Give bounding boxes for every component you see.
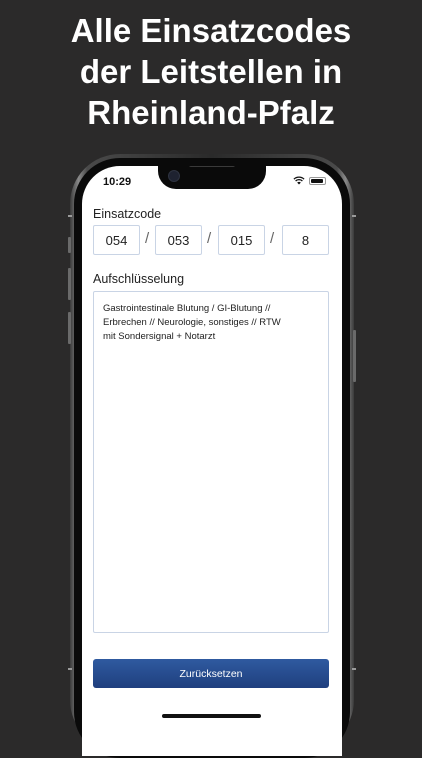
mute-switch (68, 237, 71, 253)
antenna-line (68, 215, 72, 217)
wifi-icon (293, 176, 305, 185)
volume-up-button (68, 268, 71, 300)
reset-button[interactable]: Zurücksetzen (93, 659, 329, 688)
promo-headline-line2: der Leitstellen in (79, 53, 343, 90)
home-indicator[interactable] (162, 714, 261, 718)
breakdown-label: Aufschlüsselung (93, 272, 185, 286)
promo-headline-line3: Rheinland-Pfalz (87, 94, 335, 131)
power-button (353, 330, 356, 382)
code-separator: / (207, 230, 212, 247)
code-field-3[interactable]: 015 (218, 225, 265, 255)
notch (158, 166, 266, 189)
breakdown-textarea[interactable]: Gastrointestinale Blutung / GI-Blutung /… (93, 291, 329, 633)
code-separator: / (270, 230, 275, 247)
code-field-4[interactable]: 8 (282, 225, 329, 255)
volume-down-button (68, 312, 71, 344)
speaker-grille (189, 166, 235, 167)
antenna-line (352, 215, 356, 217)
promo-headline: Alle Einsatzcodes der Leitstellen in Rhe… (0, 10, 422, 133)
battery-icon (309, 176, 326, 185)
promo-headline-line1: Alle Einsatzcodes (70, 12, 352, 49)
code-field-1[interactable]: 054 (93, 225, 140, 255)
antenna-line (68, 668, 72, 670)
code-separator: / (145, 230, 150, 247)
antenna-line (352, 668, 356, 670)
app-screen: 10:29 Einsatzcode 054 / 053 / 015 / 8 Au… (82, 166, 342, 756)
code-label: Einsatzcode (93, 207, 162, 221)
status-icons (293, 176, 326, 185)
front-camera (168, 170, 180, 182)
status-time: 10:29 (103, 176, 132, 188)
code-field-2[interactable]: 053 (155, 225, 202, 255)
